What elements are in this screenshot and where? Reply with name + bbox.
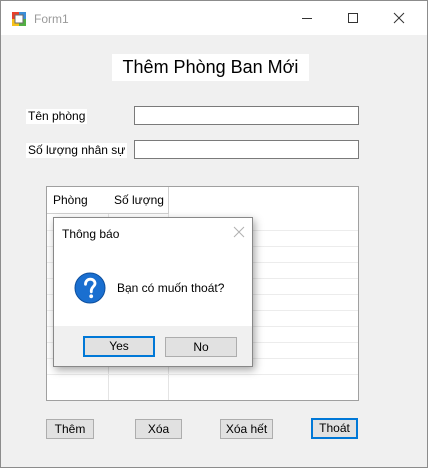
- close-button[interactable]: [376, 1, 422, 35]
- staff-count-input[interactable]: [134, 140, 359, 159]
- minimize-button[interactable]: [284, 1, 330, 35]
- delete-all-button[interactable]: Xóa hết: [220, 419, 273, 439]
- yes-button[interactable]: Yes: [83, 336, 155, 357]
- dialog-footer: Yes No: [54, 326, 252, 366]
- grid-column-header-count[interactable]: Số lượng: [108, 187, 169, 214]
- maximize-button[interactable]: [330, 1, 376, 35]
- maximize-icon: [348, 13, 358, 23]
- confirm-dialog: Thông báo Bạn có muốn thoát? Yes No: [53, 217, 253, 367]
- delete-button[interactable]: Xóa: [135, 419, 182, 439]
- main-window: Form1 Thêm Phòng Ban Mới Tên phòng Số lư…: [0, 0, 428, 468]
- no-button[interactable]: No: [165, 337, 237, 357]
- dialog-message: Bạn có muốn thoát?: [117, 281, 225, 295]
- grid-row-line: [47, 374, 358, 375]
- app-icon: [12, 12, 26, 26]
- window-title: Form1: [34, 12, 69, 26]
- close-icon: [393, 12, 405, 24]
- form-heading: Thêm Phòng Ban Mới: [112, 54, 309, 81]
- staff-count-label: Số lượng nhân sự: [26, 143, 128, 158]
- minimize-icon: [302, 18, 312, 19]
- add-button[interactable]: Thêm: [46, 419, 94, 439]
- grid-column-header-room[interactable]: Phòng: [47, 187, 109, 214]
- room-name-label: Tên phòng: [26, 109, 88, 124]
- close-icon[interactable]: [233, 226, 245, 238]
- title-bar[interactable]: Form1: [1, 1, 427, 35]
- room-name-input[interactable]: [134, 106, 359, 125]
- dialog-title: Thông báo: [62, 227, 120, 241]
- exit-button[interactable]: Thoát: [311, 418, 358, 439]
- question-icon: [74, 272, 106, 304]
